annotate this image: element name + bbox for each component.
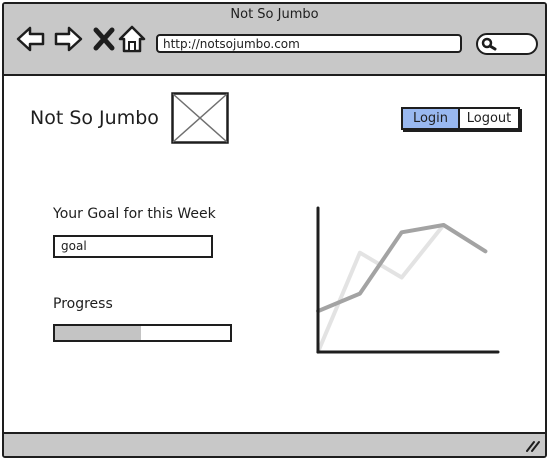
home-icon[interactable]	[117, 24, 147, 54]
search-icon	[481, 37, 497, 51]
url-input[interactable]: http://notsojumbo.com	[156, 34, 462, 53]
window-title: Not So Jumbo	[230, 7, 319, 22]
progress-bar	[53, 324, 232, 342]
goal-label: Your Goal for this Week	[53, 206, 216, 222]
site-title: Not So Jumbo	[30, 107, 159, 129]
line-chart	[316, 206, 500, 354]
image-placeholder-icon	[171, 92, 229, 144]
browser-window: Not So Jumbo http://notsojumbo.com Not S…	[2, 2, 547, 458]
chart-series-line-1	[316, 223, 488, 354]
back-arrow-icon[interactable]	[16, 24, 46, 54]
logout-button[interactable]: Logout	[459, 107, 520, 130]
progress-fill	[55, 326, 141, 340]
chart-series-line-2	[316, 223, 488, 314]
status-bar	[4, 432, 545, 456]
resize-grip-icon[interactable]	[526, 440, 540, 452]
forward-arrow-icon[interactable]	[53, 24, 83, 54]
browser-toolbar: Not So Jumbo http://notsojumbo.com	[4, 4, 545, 76]
close-icon[interactable]	[90, 24, 120, 54]
login-button[interactable]: Login	[401, 107, 459, 130]
goal-input[interactable]: goal	[53, 235, 213, 258]
progress-label: Progress	[53, 296, 113, 312]
search-field[interactable]	[476, 33, 538, 55]
auth-button-group: Login Logout	[401, 107, 520, 130]
